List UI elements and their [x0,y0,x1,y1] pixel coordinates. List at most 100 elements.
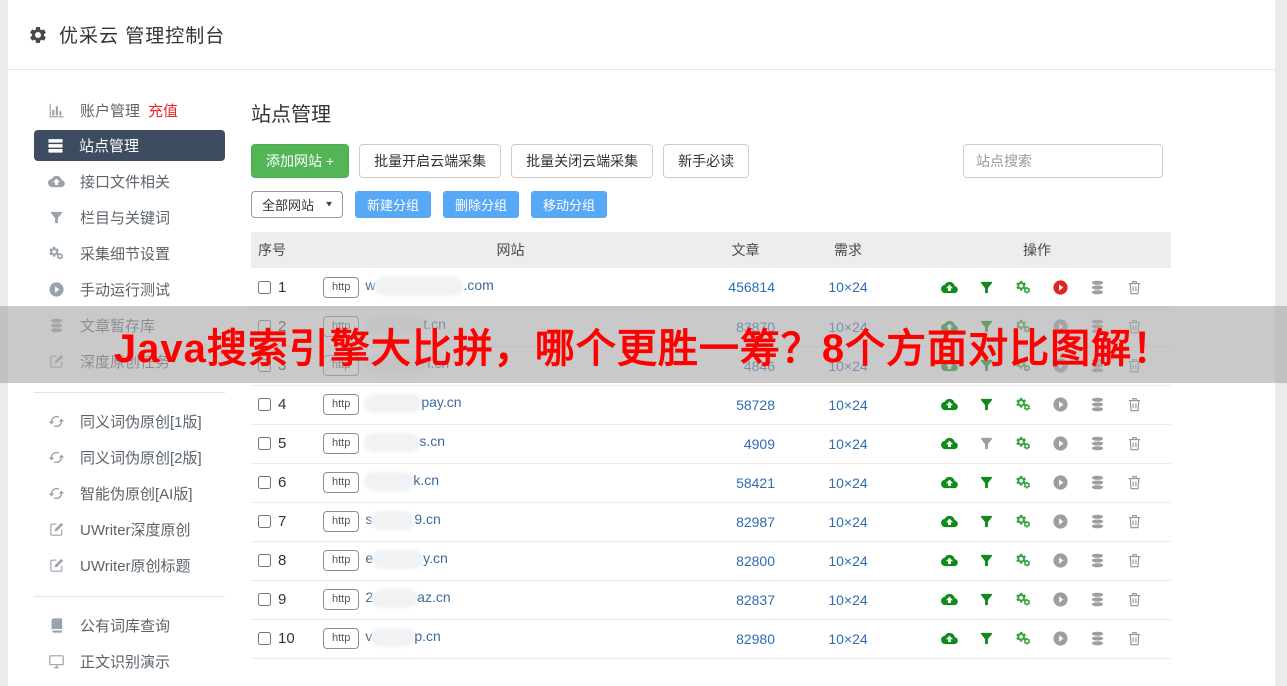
filter-icon[interactable] [978,552,995,569]
filter-icon[interactable] [978,396,995,413]
sidebar-item[interactable]: 同义词伪原创[1版] [8,403,251,439]
gears-icon[interactable] [1015,279,1032,296]
trash-icon[interactable] [1126,513,1143,530]
article-count-link[interactable]: 58421 [698,463,793,502]
sidebar-item-label: 正文识别演示 [80,651,170,672]
recharge-badge[interactable]: 充值 [148,100,178,121]
article-count-link[interactable]: 82987 [698,502,793,541]
database-icon[interactable] [1089,435,1106,452]
newbie-guide-button[interactable]: 新手必读 [663,144,749,178]
cloud-upload-icon[interactable] [941,474,958,491]
filter-icon[interactable] [978,435,995,452]
site-url-link[interactable]: vp.cn [365,628,440,644]
play-icon[interactable] [1052,552,1069,569]
batch-close-button[interactable]: 批量关闭云端采集 [511,144,653,178]
gears-icon[interactable] [1015,630,1032,647]
site-url-link[interactable]: 2az.cn [365,589,450,605]
row-checkbox[interactable] [258,593,271,606]
row-checkbox[interactable] [258,515,271,528]
cloud-upload-icon[interactable] [941,279,958,296]
move-group-button[interactable]: 移动分组 [531,191,607,218]
sidebar-item[interactable]: 接口文件相关 [8,163,251,199]
article-count-link[interactable]: 82980 [698,619,793,658]
cloud-upload-icon[interactable] [941,552,958,569]
database-icon[interactable] [1089,279,1106,296]
trash-icon[interactable] [1126,630,1143,647]
filter-icon[interactable] [978,279,995,296]
site-url-link[interactable]: s.cn [365,433,445,449]
article-count-link[interactable]: 58728 [698,385,793,424]
sidebar-item[interactable]: 栏目与关键词 [8,199,251,235]
sidebar-item[interactable]: 手动运行测试 [8,271,251,307]
gears-icon[interactable] [1015,591,1032,608]
article-count-link[interactable]: 4909 [698,424,793,463]
play-icon[interactable] [1052,279,1069,296]
database-icon[interactable] [1089,513,1106,530]
sidebar-item[interactable]: 正文识别演示 [8,643,251,679]
play-icon [48,281,65,298]
row-checkbox[interactable] [258,281,271,294]
filter-icon[interactable] [978,591,995,608]
database-icon[interactable] [1089,396,1106,413]
filter-icon[interactable] [978,474,995,491]
add-site-button[interactable]: 添加网站 + [251,144,349,178]
play-icon[interactable] [1052,474,1069,491]
database-icon[interactable] [1089,474,1106,491]
site-url-link[interactable]: pay.cn [365,394,461,410]
trash-icon[interactable] [1126,435,1143,452]
trash-icon[interactable] [1126,279,1143,296]
database-icon[interactable] [1089,552,1106,569]
gears-icon[interactable] [1015,474,1032,491]
site-search-input[interactable] [963,144,1163,178]
gears-icon[interactable] [1015,396,1032,413]
app-title: 优采云 管理控制台 [59,21,225,48]
gear-icon [28,25,48,45]
gears-icon[interactable] [1015,435,1032,452]
play-icon[interactable] [1052,591,1069,608]
row-checkbox[interactable] [258,476,271,489]
sidebar-item[interactable]: UWriter原创标题 [8,547,251,583]
chevron-down-icon: ▼ [324,200,334,209]
filter-icon[interactable] [978,513,995,530]
play-icon[interactable] [1052,630,1069,647]
site-url-link[interactable]: ey.cn [365,550,447,566]
sidebar-item[interactable]: 采集细节设置 [8,235,251,271]
play-icon[interactable] [1052,396,1069,413]
site-url-link[interactable]: k.cn [365,472,439,488]
sidebar-item[interactable]: 账户管理充值 [8,92,251,128]
play-icon[interactable] [1052,435,1069,452]
group-filter-select[interactable]: 全部网站 ▼ [251,191,343,218]
sidebar-item[interactable]: 公有词库查询 [8,607,251,643]
delete-group-button[interactable]: 删除分组 [443,191,519,218]
cloud-upload-icon[interactable] [941,513,958,530]
gears-icon[interactable] [1015,513,1032,530]
trash-icon[interactable] [1126,591,1143,608]
trash-icon[interactable] [1126,552,1143,569]
cloud-upload-icon[interactable] [941,435,958,452]
sidebar-item[interactable]: UWriter深度原创 [8,511,251,547]
database-icon[interactable] [1089,591,1106,608]
trash-icon[interactable] [1126,474,1143,491]
site-url-link[interactable]: w.com [365,277,493,293]
filter-icon[interactable] [978,630,995,647]
sidebar-item[interactable]: 同义词伪原创[2版] [8,439,251,475]
article-count-link[interactable]: 82837 [698,580,793,619]
cloud-upload-icon[interactable] [941,591,958,608]
row-checkbox[interactable] [258,554,271,567]
row-checkbox[interactable] [258,398,271,411]
sidebar-item[interactable]: 站点管理 [34,130,225,161]
cloud-upload-icon[interactable] [941,630,958,647]
article-count-link[interactable]: 456814 [698,268,793,307]
site-url-link[interactable]: s9.cn [365,511,440,527]
gears-icon[interactable] [1015,552,1032,569]
database-icon[interactable] [1089,630,1106,647]
trash-icon[interactable] [1126,396,1143,413]
cloud-upload-icon[interactable] [941,396,958,413]
row-checkbox[interactable] [258,632,271,645]
article-count-link[interactable]: 82800 [698,541,793,580]
sidebar-item[interactable]: 智能伪原创[AI版] [8,475,251,511]
play-icon[interactable] [1052,513,1069,530]
batch-open-button[interactable]: 批量开启云端采集 [359,144,501,178]
new-group-button[interactable]: 新建分组 [355,191,431,218]
row-checkbox[interactable] [258,437,271,450]
